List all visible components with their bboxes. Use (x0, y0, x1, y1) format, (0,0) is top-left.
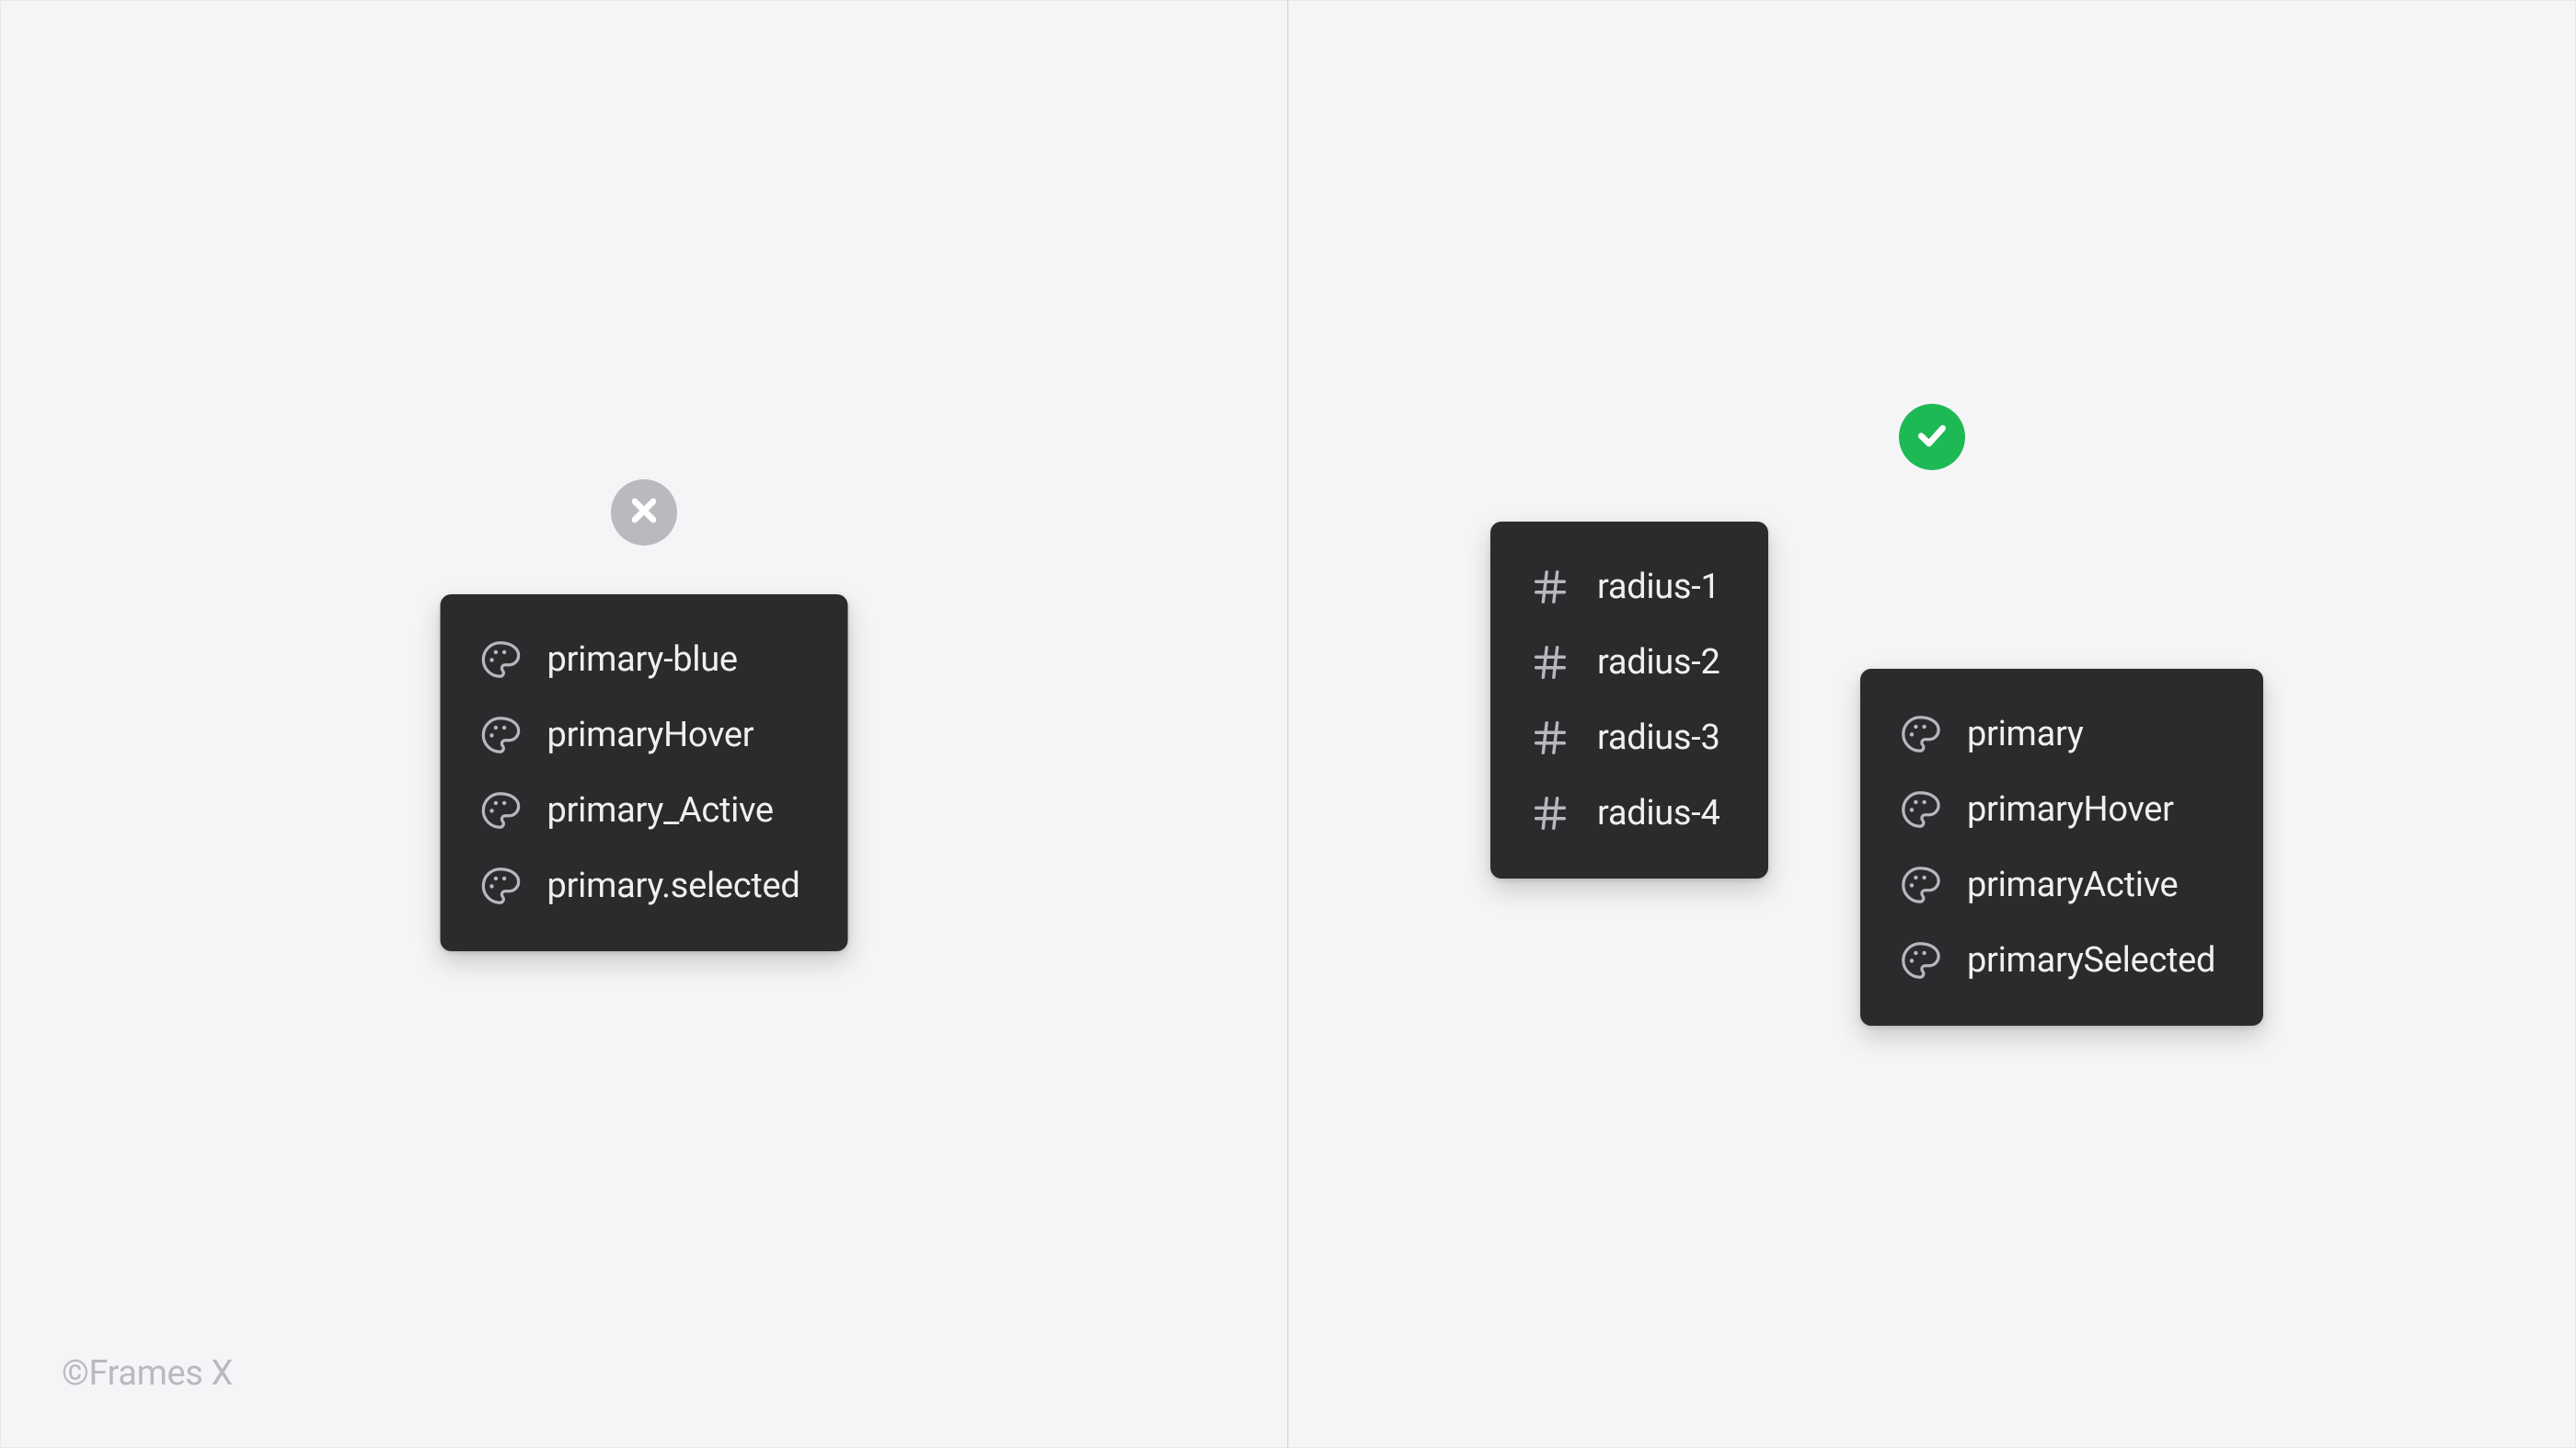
token-label: primary.selected (547, 866, 800, 906)
token-item[interactable]: primary_Active (479, 773, 800, 848)
token-label: radius-2 (1597, 642, 1720, 683)
token-item[interactable]: primarySelected (1899, 923, 2215, 998)
token-panel-incorrect: primary-blue primaryHover (441, 594, 848, 951)
palette-icon (1899, 713, 1941, 755)
incorrect-badge (611, 479, 677, 546)
token-item[interactable]: radius-2 (1529, 625, 1720, 700)
palette-icon (1899, 788, 1941, 831)
token-item[interactable]: primaryHover (479, 697, 800, 773)
hash-icon (1529, 566, 1571, 608)
token-label: primaryActive (1967, 865, 2178, 905)
palette-icon (1899, 939, 1941, 982)
palette-icon (479, 865, 522, 907)
hash-icon (1529, 792, 1571, 834)
token-label: primary_Active (547, 790, 774, 831)
token-panel-primary-correct: primary primaryHover (1860, 669, 2263, 1026)
correct-badge (1899, 404, 1965, 470)
hash-icon (1529, 717, 1571, 759)
token-label: primaryHover (547, 715, 754, 755)
token-label: radius-1 (1597, 567, 1720, 607)
right-panel-correct: radius-1 radius-2 (1288, 0, 2576, 1448)
palette-icon (479, 714, 522, 756)
left-panel-incorrect: primary-blue primaryHover (0, 0, 1288, 1448)
token-label: primaryHover (1967, 789, 2174, 830)
token-item[interactable]: primaryActive (1899, 847, 2215, 923)
token-item[interactable]: primary-blue (479, 622, 800, 697)
footer-credit: ©Frames X (62, 1353, 233, 1394)
check-icon (1914, 417, 1950, 457)
token-item[interactable]: radius-4 (1529, 776, 1720, 851)
token-item[interactable]: primaryHover (1899, 772, 2215, 847)
palette-icon (479, 789, 522, 832)
close-icon (626, 492, 662, 533)
token-label: primary-blue (547, 639, 738, 680)
token-label: radius-4 (1597, 793, 1720, 833)
hash-icon (1529, 641, 1571, 684)
token-label: primarySelected (1967, 940, 2215, 981)
token-label: primary (1967, 714, 2084, 754)
token-item[interactable]: radius-3 (1529, 700, 1720, 776)
token-item[interactable]: radius-1 (1529, 549, 1720, 625)
token-label: radius-3 (1597, 718, 1720, 758)
palette-icon (1899, 864, 1941, 906)
token-item[interactable]: primary.selected (479, 848, 800, 924)
token-item[interactable]: primary (1899, 696, 2215, 772)
palette-icon (479, 638, 522, 681)
token-panel-radius: radius-1 radius-2 (1490, 522, 1768, 879)
